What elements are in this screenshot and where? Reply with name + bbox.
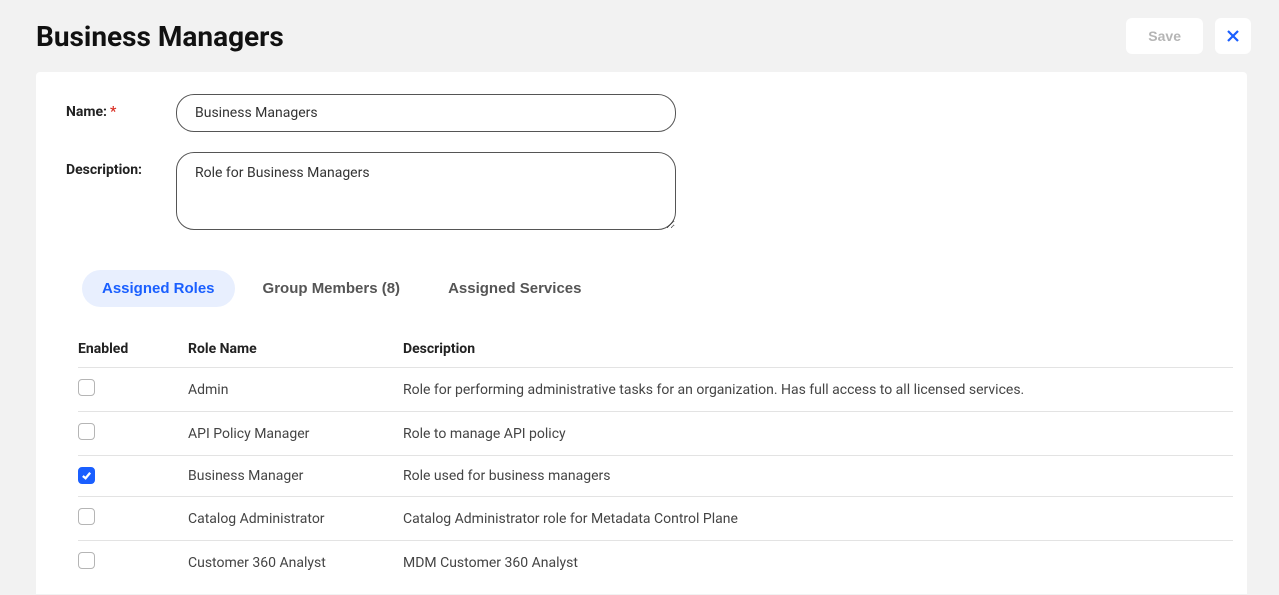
cell-role-name: Business Manager [188,456,403,497]
table-row: AdminRole for performing administrative … [78,368,1233,412]
save-button[interactable]: Save [1126,18,1203,54]
table-row: Business ManagerRole used for business m… [78,456,1233,497]
enabled-checkbox[interactable] [78,379,95,396]
cell-description: Role used for business managers [403,456,1233,497]
header-actions: Save [1126,18,1251,54]
cell-enabled [78,541,188,582]
description-input[interactable] [176,152,676,230]
cell-role-name: API Policy Manager [188,412,403,456]
form-row-description: Description: [36,152,1247,230]
required-indicator: * [110,104,116,120]
page-header: Business Managers Save [0,0,1279,72]
name-label-text: Name: [66,104,107,120]
tab-group-members[interactable]: Group Members (8) [243,270,421,307]
table-header-row: Enabled Role Name Description [78,331,1233,368]
cell-role-name: Customer 360 Analyst [188,541,403,582]
table-row: API Policy ManagerRole to manage API pol… [78,412,1233,456]
roles-table: Enabled Role Name Description AdminRole … [78,331,1233,581]
page-title: Business Managers [36,20,284,53]
close-button[interactable] [1215,18,1251,54]
name-input[interactable] [176,94,676,132]
cell-description: Role to manage API policy [403,412,1233,456]
enabled-checkbox[interactable] [78,552,95,569]
cell-enabled [78,456,188,497]
cell-enabled [78,368,188,412]
cell-enabled [78,412,188,456]
cell-description: Catalog Administrator role for Metadata … [403,497,1233,541]
tab-assigned-services[interactable]: Assigned Services [428,270,601,307]
table-row: Catalog AdministratorCatalog Administrat… [78,497,1233,541]
name-label: Name:* [66,94,176,120]
close-icon [1225,28,1241,44]
cell-description: MDM Customer 360 Analyst [403,541,1233,582]
table-row: Customer 360 AnalystMDM Customer 360 Ana… [78,541,1233,582]
roles-table-wrapper[interactable]: Enabled Role Name Description AdminRole … [36,331,1247,581]
cell-role-name: Catalog Administrator [188,497,403,541]
tabs: Assigned Roles Group Members (8) Assigne… [82,270,1247,307]
cell-role-name: Admin [188,368,403,412]
description-label: Description: [66,152,176,178]
enabled-checkbox[interactable] [78,508,95,525]
col-description-header: Description [403,331,1233,368]
cell-enabled [78,497,188,541]
form-row-name: Name:* [36,94,1247,132]
col-rolename-header: Role Name [188,331,403,368]
check-icon [81,470,92,481]
enabled-checkbox[interactable] [78,423,95,440]
tab-assigned-roles[interactable]: Assigned Roles [82,270,235,307]
cell-description: Role for performing administrative tasks… [403,368,1233,412]
col-enabled-header: Enabled [78,331,188,368]
enabled-checkbox[interactable] [78,467,95,484]
content-card: Name:* Description: Assigned Roles Group… [36,72,1247,594]
